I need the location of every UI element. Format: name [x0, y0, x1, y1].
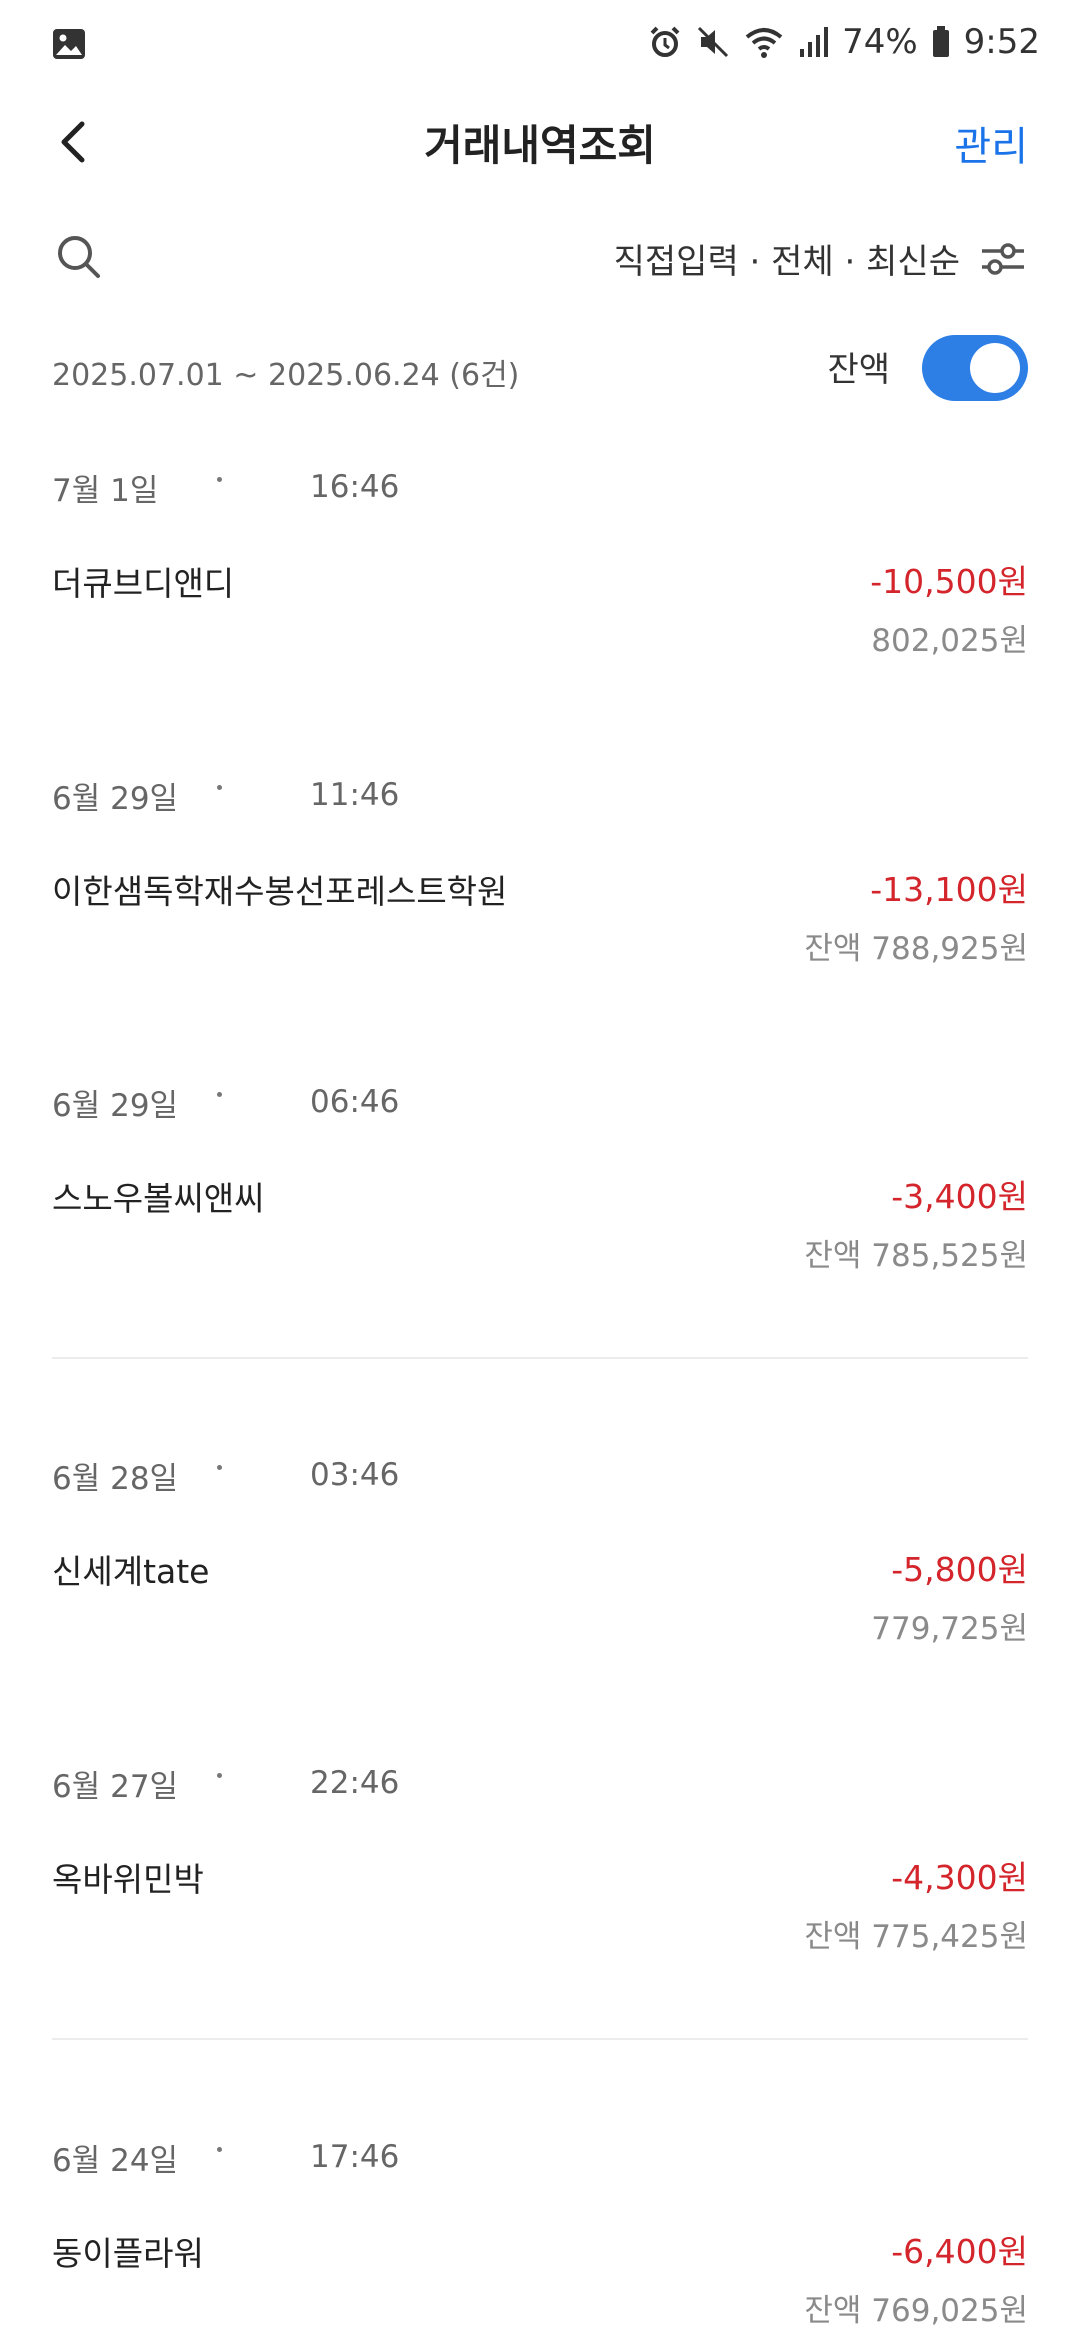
filter-bar: 직접입력 · 전체 · 최신순 [0, 220, 1080, 300]
battery-icon [932, 26, 950, 58]
signal-icon [798, 25, 829, 59]
transaction-date: 6월 27일 [52, 1769, 179, 1805]
transaction-date: 6월 28일 [52, 1461, 179, 1497]
transaction-date: 7월 1일 [52, 473, 159, 509]
filter-settings-button[interactable] [978, 234, 1028, 284]
transaction-time: 03:46 [310, 1457, 400, 1493]
separator-dot [217, 477, 222, 482]
merchant-name: 신세계tate [52, 1552, 210, 1591]
filter-summary[interactable]: 직접입력 · 전체 · 최신순 [614, 234, 960, 283]
transaction-date: 6월 29일 [52, 781, 179, 817]
transaction-time: 17:46 [310, 2139, 400, 2175]
page-title: 거래내역조회 [424, 121, 656, 170]
separator-dot [217, 1092, 222, 1097]
separator-dot [217, 2147, 222, 2152]
app-bar: 거래내역조회 관리 [0, 92, 1080, 192]
toggle-knob [970, 343, 1020, 393]
mute-icon [696, 25, 730, 59]
clock: 9:52 [963, 22, 1040, 62]
period-summary: 2025.07.01 ~ 2025.06.24 (6건) [52, 358, 520, 393]
balance-after: 802,025원 [871, 623, 1028, 659]
transaction-time: 11:46 [310, 777, 400, 813]
balance-after: 779,725원 [871, 1611, 1028, 1647]
separator-dot [217, 1773, 222, 1778]
merchant-name: 동이플라워 [52, 2234, 204, 2273]
transaction-amount: -4,300원 [891, 1858, 1028, 1897]
gallery-icon [52, 28, 86, 64]
transaction-date: 6월 29일 [52, 1088, 179, 1124]
merchant-name: 옥바위민박 [52, 1860, 204, 1899]
balance-after: 잔액 775,425원 [804, 1919, 1028, 1955]
transaction-time: 06:46 [310, 1084, 400, 1120]
transaction-date: 6월 24일 [52, 2143, 179, 2179]
sliders-icon [982, 243, 1024, 275]
merchant-name: 스노우볼씨앤씨 [52, 1179, 265, 1218]
balance-after: 잔액 788,925원 [804, 931, 1028, 967]
balance-after: 잔액 785,525원 [804, 1238, 1028, 1274]
separator-dot [217, 1465, 222, 1470]
transaction-amount: -3,400원 [891, 1177, 1028, 1216]
transaction-time: 16:46 [310, 469, 400, 505]
balance-after: 잔액 769,025원 [804, 2293, 1028, 2329]
manage-button[interactable]: 관리 [954, 114, 1028, 172]
transaction-amount: -13,100원 [870, 870, 1028, 909]
merchant-name: 이한샘독학재수봉선포레스트학원 [52, 872, 508, 911]
wifi-icon [744, 25, 784, 59]
search-button[interactable] [54, 232, 104, 282]
merchant-name: 더큐브디앤디 [52, 564, 235, 603]
alarm-icon [648, 25, 682, 59]
status-bar: 74% 9:52 [0, 0, 1080, 92]
transaction-amount: -10,500원 [870, 562, 1028, 601]
transaction-amount: -6,400원 [891, 2232, 1028, 2271]
section-divider [52, 1357, 1028, 1359]
balance-toggle[interactable] [922, 335, 1028, 401]
separator-dot [217, 785, 222, 790]
balance-toggle-label: 잔액 [827, 350, 890, 390]
transaction-time: 22:46 [310, 1765, 400, 1801]
section-divider [52, 2038, 1028, 2040]
transaction-amount: -5,800원 [891, 1550, 1028, 1589]
search-icon [58, 236, 100, 278]
battery-percent: 74% [842, 22, 918, 62]
